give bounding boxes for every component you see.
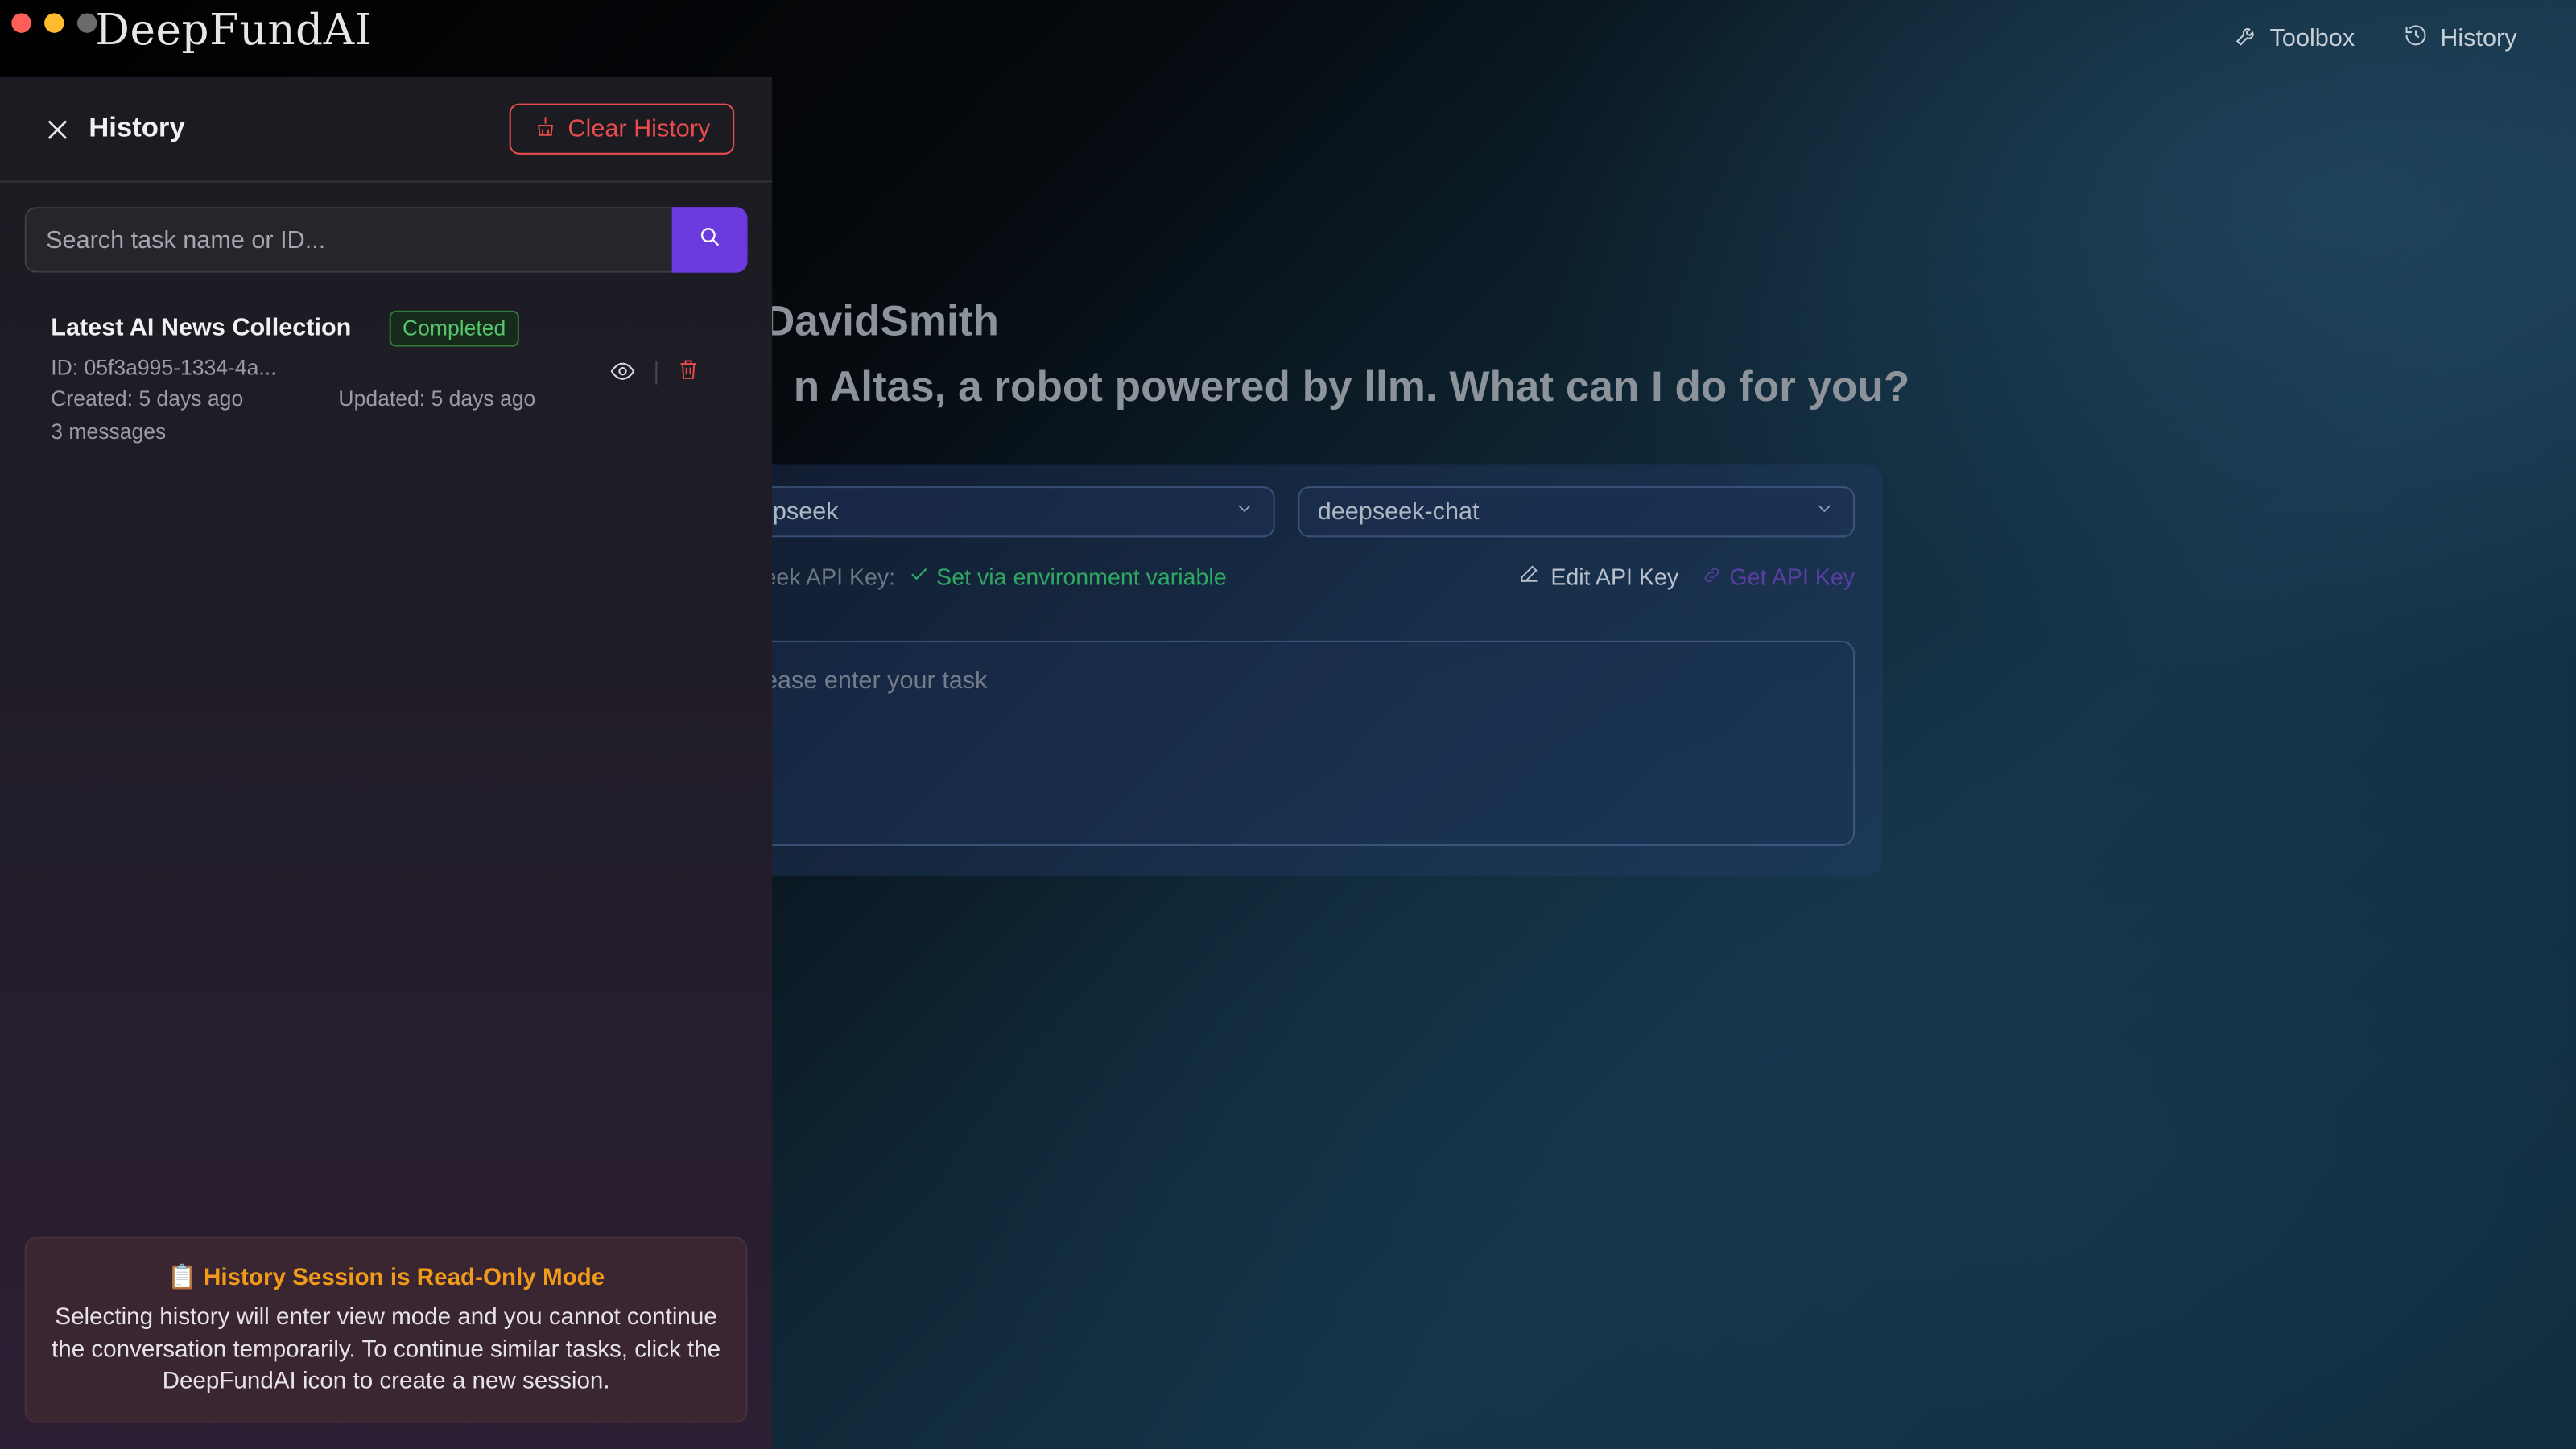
- chevron-down-icon: [1234, 497, 1256, 526]
- history-clock-icon: [2404, 23, 2429, 55]
- api-key-status: Set via environment variable: [908, 562, 1227, 589]
- zoom-window-button[interactable]: [76, 13, 97, 33]
- chevron-down-icon: [1814, 497, 1835, 526]
- wrench-icon: [2234, 23, 2259, 55]
- history-search: [24, 207, 748, 273]
- notice-title-text: History Session is Read-Only Mode: [203, 1265, 605, 1292]
- check-icon: [908, 563, 930, 589]
- close-icon: [43, 120, 72, 151]
- read-only-notice: 📋 History Session is Read-Only Mode Selec…: [24, 1236, 748, 1423]
- search-button[interactable]: [671, 207, 748, 273]
- history-item-created: Created: 5 days ago: [51, 386, 244, 411]
- toolbox-label: Toolbox: [2269, 24, 2355, 53]
- notice-title: 📋 History Session is Read-Only Mode: [27, 1263, 746, 1291]
- get-api-key-label: Get API Key: [1729, 562, 1856, 589]
- broom-icon: [534, 114, 557, 144]
- drawer-header: History Clear History: [0, 77, 773, 183]
- action-divider: [655, 361, 658, 385]
- history-item-messages: 3 messages: [51, 419, 167, 444]
- model-value: deepseek-chat: [1317, 497, 1480, 526]
- app-window: DeepFundAI Toolbox History DavidSmith n …: [0, 0, 2576, 1449]
- history-item-id: ID: 05f3a995-1334-4a...: [51, 354, 277, 380]
- greeting-name: DavidSmith: [763, 295, 999, 345]
- clear-history-button[interactable]: Clear History: [509, 103, 735, 155]
- window-controls: [11, 13, 97, 33]
- eye-icon: [609, 362, 636, 391]
- task-input[interactable]: [739, 640, 1856, 847]
- clear-history-label: Clear History: [568, 114, 711, 143]
- history-label: History: [2440, 24, 2517, 53]
- close-drawer-button[interactable]: [43, 115, 72, 145]
- close-window-button[interactable]: [11, 13, 31, 33]
- history-button[interactable]: History: [2404, 23, 2517, 55]
- toolbox-button[interactable]: Toolbox: [2234, 23, 2355, 55]
- view-history-button[interactable]: [609, 358, 639, 388]
- search-input[interactable]: [24, 207, 672, 273]
- provider-select[interactable]: epseek: [739, 486, 1275, 538]
- clipboard-icon: 📋: [167, 1265, 197, 1292]
- delete-history-button[interactable]: [677, 358, 704, 385]
- history-item-updated: Updated: 5 days ago: [338, 386, 536, 411]
- history-drawer: History Clear History Latest AI News Col…: [0, 76, 773, 1449]
- greeting-message: n Altas, a robot powered by llm. What ca…: [793, 361, 1910, 411]
- trash-icon: [677, 360, 700, 388]
- greeting: DavidSmith n Altas, a robot powered by l…: [763, 295, 1909, 412]
- edit-api-key-button[interactable]: Edit API Key: [1518, 562, 1679, 590]
- minimize-window-button[interactable]: [44, 13, 64, 33]
- notice-body: Selecting history will enter view mode a…: [52, 1304, 721, 1395]
- task-panel: epseek deepseek-chat pseek API Key: Set …: [706, 464, 1883, 876]
- brand-logo[interactable]: DeepFundAI: [95, 6, 372, 56]
- status-badge: Completed: [389, 310, 519, 347]
- history-item-name: Latest AI News Collection: [51, 313, 352, 342]
- api-key-row: pseek API Key: Set via environment varia…: [739, 562, 1855, 590]
- history-item[interactable]: Latest AI News Collection Completed ID: …: [51, 310, 724, 450]
- drawer-title: History: [89, 111, 185, 143]
- model-select[interactable]: deepseek-chat: [1298, 486, 1856, 538]
- pencil-icon: [1518, 562, 1542, 590]
- edit-api-key-label: Edit API Key: [1550, 562, 1679, 589]
- link-icon: [1702, 563, 1721, 589]
- get-api-key-link[interactable]: Get API Key: [1702, 563, 1855, 589]
- search-icon: [698, 225, 721, 256]
- top-nav: Toolbox History: [2234, 23, 2517, 55]
- api-key-status-text: Set via environment variable: [936, 562, 1227, 589]
